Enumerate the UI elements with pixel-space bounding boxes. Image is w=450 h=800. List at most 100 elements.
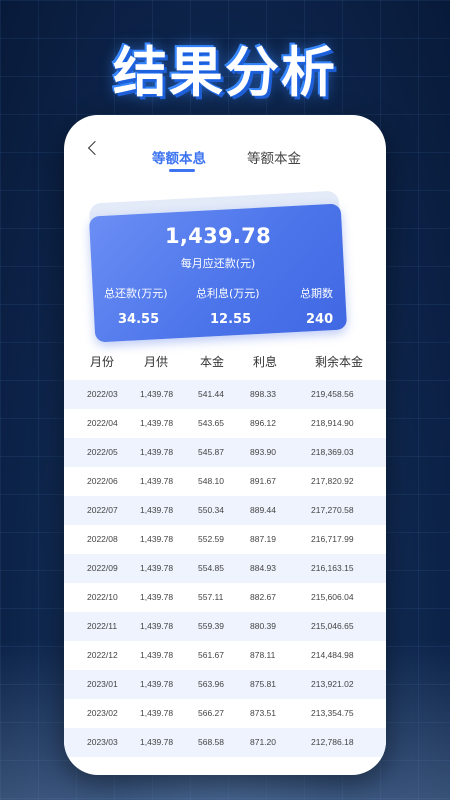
cell-payment: 1,439.78 <box>140 389 174 399</box>
cell-principal: 568.58 <box>198 737 224 747</box>
cell-interest: 880.39 <box>250 621 276 631</box>
cell-month: 2022/04 <box>87 418 118 428</box>
back-arrow-icon[interactable] <box>87 140 103 156</box>
cell-month: 2023/02 <box>87 708 118 718</box>
cell-interest: 871.20 <box>250 737 276 747</box>
cell-interest: 875.81 <box>250 679 276 689</box>
cell-principal: 543.65 <box>198 418 224 428</box>
cell-remaining: 217,820.92 <box>311 476 354 486</box>
cell-payment: 1,439.78 <box>140 447 174 457</box>
cell-interest: 878.11 <box>250 650 276 660</box>
tab-equal-principal[interactable]: 等额本金 <box>247 147 301 167</box>
cell-remaining: 213,354.75 <box>311 708 354 718</box>
table-row: 2022/10 1,439.78 557.11 882.67 215,606.04 <box>64 583 386 612</box>
cell-interest: 882.67 <box>250 592 276 602</box>
cell-remaining: 212,786.18 <box>311 737 354 747</box>
cell-month: 2022/09 <box>87 563 118 573</box>
cell-interest: 893.90 <box>250 447 276 457</box>
total-periods-value: 240 <box>306 312 334 327</box>
table-row: 2023/03 1,439.78 568.58 871.20 212,786.18 <box>64 728 386 757</box>
table-row: 2022/12 1,439.78 561.67 878.11 214,484.98 <box>64 641 386 670</box>
cell-payment: 1,439.78 <box>140 534 174 544</box>
cell-remaining: 217,270.58 <box>311 505 354 515</box>
table-row: 2023/01 1,439.78 563.96 875.81 213,921.02 <box>64 670 386 699</box>
column-header-payment: 月供 <box>144 355 169 369</box>
cell-principal: 552.59 <box>198 534 224 544</box>
cell-remaining: 213,921.02 <box>311 679 354 689</box>
monthly-payment-label: 每月应还款(元) <box>180 257 256 270</box>
summary-card: 1,439.78 每月应还款(元) 总还款(万元) 总利息(万元) 总期数 34… <box>88 203 348 343</box>
column-header-interest: 利息 <box>253 355 278 369</box>
cell-remaining: 216,163.15 <box>311 563 354 573</box>
cell-month: 2022/12 <box>87 650 118 660</box>
cell-interest: 884.93 <box>250 563 276 573</box>
cell-month: 2022/11 <box>87 621 118 631</box>
table-row: 2022/05 1,439.78 545.87 893.90 218,369.03 <box>64 438 386 467</box>
column-header-remaining: 剩余本金 <box>315 355 364 369</box>
cell-payment: 1,439.78 <box>140 418 174 428</box>
table-row: 2022/11 1,439.78 559.39 880.39 215,046.65 <box>64 612 386 641</box>
cell-payment: 1,439.78 <box>140 563 174 573</box>
cell-payment: 1,439.78 <box>140 737 174 747</box>
cell-interest: 873.51 <box>250 708 276 718</box>
cell-remaining: 214,484.98 <box>311 650 354 660</box>
page-headline: 结果分析 <box>113 41 337 104</box>
table-row: 2022/04 1,439.78 543.65 896.12 218,914.90 <box>64 409 386 438</box>
table-row: 2023/02 1,439.78 566.27 873.51 213,354.75 <box>64 699 386 728</box>
table-row: 2022/08 1,439.78 552.59 887.19 216,717.99 <box>64 525 386 554</box>
total-periods-label: 总期数 <box>300 287 333 300</box>
cell-payment: 1,439.78 <box>140 708 174 718</box>
cell-month: 2022/05 <box>87 447 118 457</box>
cell-principal: 554.85 <box>198 563 224 573</box>
cell-interest: 898.33 <box>250 389 276 399</box>
total-repayment-value: 34.55 <box>118 312 160 327</box>
cell-payment: 1,439.78 <box>140 505 174 515</box>
cell-month: 2022/07 <box>87 505 118 515</box>
cell-interest: 896.12 <box>250 418 276 428</box>
total-interest-value: 12.55 <box>210 312 252 327</box>
cell-remaining: 215,046.65 <box>311 621 354 631</box>
cell-remaining: 219,458.56 <box>311 389 354 399</box>
table-row: 2022/06 1,439.78 548.10 891.67 217,820.92 <box>64 467 386 496</box>
cell-principal: 563.96 <box>198 679 224 689</box>
cell-remaining: 215,606.04 <box>311 592 354 602</box>
column-header-month: 月份 <box>90 355 115 369</box>
cell-remaining: 216,717.99 <box>311 534 354 544</box>
column-header-principal: 本金 <box>200 355 225 369</box>
cell-payment: 1,439.78 <box>140 621 174 631</box>
cell-principal: 541.44 <box>198 389 224 399</box>
cell-month: 2022/06 <box>87 476 118 486</box>
total-repayment-label: 总还款(万元) <box>104 287 168 300</box>
phone-frame: 等额本息 等额本金 1,439.78 每月应还款(元) 总还款(万元) 总利息(… <box>64 115 386 775</box>
cell-interest: 889.44 <box>250 505 276 515</box>
cell-principal: 550.34 <box>198 505 224 515</box>
cell-month: 2022/08 <box>87 534 118 544</box>
cell-remaining: 218,369.03 <box>311 447 354 457</box>
top-bar: 等额本息 等额本金 <box>64 115 386 175</box>
table-row: 2022/09 1,439.78 554.85 884.93 216,163.15 <box>64 554 386 583</box>
cell-interest: 891.67 <box>250 476 276 486</box>
table-row: 2022/07 1,439.78 550.34 889.44 217,270.58 <box>64 496 386 525</box>
cell-remaining: 218,914.90 <box>311 418 354 428</box>
cell-month: 2023/03 <box>87 737 118 747</box>
total-interest-label: 总利息(万元) <box>196 287 260 300</box>
cell-month: 2022/03 <box>87 389 118 399</box>
cell-month: 2022/10 <box>87 592 118 602</box>
table-row: 2022/03 1,439.78 541.44 898.33 219,458.56 <box>64 380 386 409</box>
cell-principal: 559.39 <box>198 621 224 631</box>
cell-payment: 1,439.78 <box>140 592 174 602</box>
table-header: 月份 月供 本金 利息 剩余本金 <box>64 353 386 377</box>
cell-principal: 561.67 <box>198 650 224 660</box>
cell-principal: 557.11 <box>198 592 224 602</box>
cell-interest: 887.19 <box>250 534 276 544</box>
table-body[interactable]: 2022/03 1,439.78 541.44 898.33 219,458.56 202… <box>64 380 386 757</box>
cell-month: 2023/01 <box>87 679 118 689</box>
cell-payment: 1,439.78 <box>140 476 174 486</box>
cell-principal: 548.10 <box>198 476 224 486</box>
monthly-payment-value: 1,439.78 <box>164 224 272 248</box>
cell-payment: 1,439.78 <box>140 679 174 689</box>
active-tab-indicator <box>169 169 195 172</box>
tab-equal-installment[interactable]: 等额本息 <box>152 147 206 167</box>
cell-payment: 1,439.78 <box>140 650 174 660</box>
cell-principal: 545.87 <box>198 447 224 457</box>
